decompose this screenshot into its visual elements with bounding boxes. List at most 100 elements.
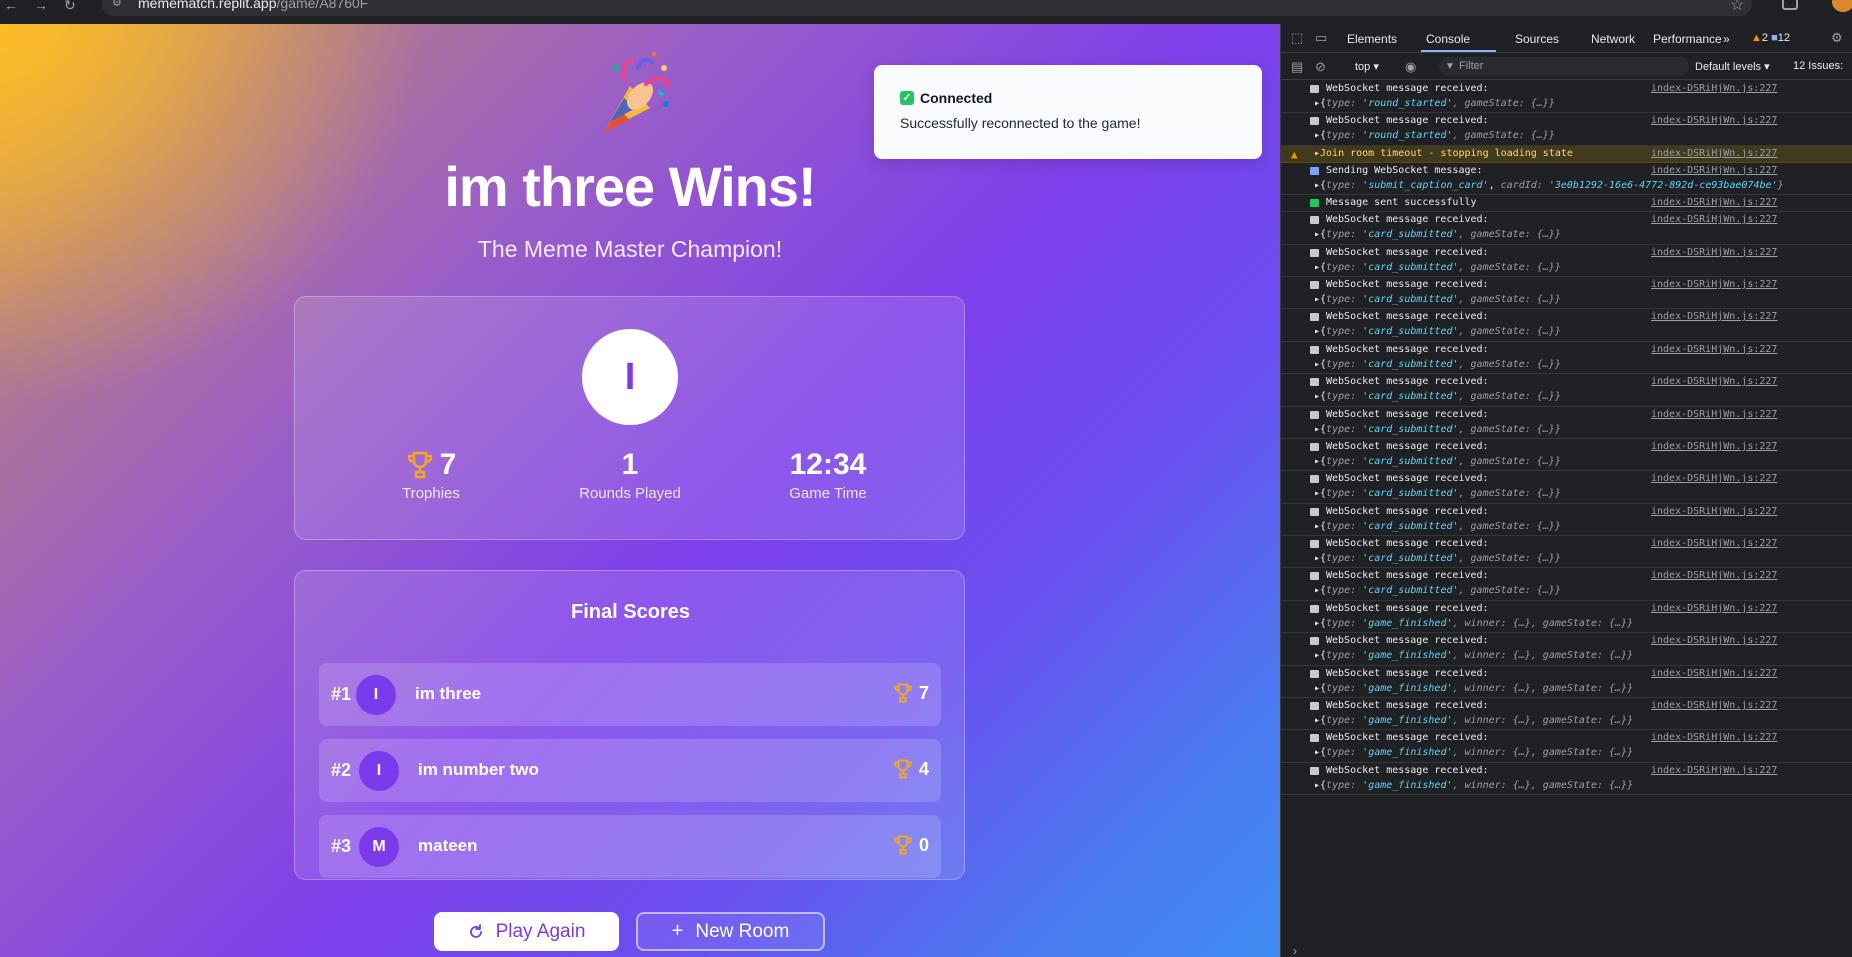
console-entry[interactable]: WebSocket message received: ▸{type: 'card… <box>1281 212 1852 245</box>
source-link[interactable]: index-DSRiHjWn.js:227 <box>1651 115 1777 126</box>
device-toolbar-icon[interactable]: ▭ <box>1315 31 1329 45</box>
console-entry[interactable]: WebSocket message received: ▸{type: 'card… <box>1281 407 1852 439</box>
console-entry[interactable]: WebSocket message received: ▸{type: 'card… <box>1281 504 1852 537</box>
tab-sources[interactable]: Sources <box>1515 32 1559 46</box>
more-tabs-icon[interactable]: » <box>1723 32 1730 46</box>
context-selector[interactable]: top ▾ <box>1355 60 1379 73</box>
console-entry[interactable]: WebSocket message received: ▸{type: 'roun… <box>1281 81 1852 114</box>
console-object[interactable]: ▸{type: 'card_submitted', gameState: {…}… <box>1314 488 1561 499</box>
back-arrow-icon[interactable]: ← <box>4 0 18 14</box>
winner-card: I 7 Trophies 1 Rounds Played 12:34 Game … <box>294 296 965 540</box>
new-room-button[interactable]: + New Room <box>636 912 825 951</box>
console-object[interactable]: ▸{type: 'game_finished', winner: {…}, ga… <box>1314 715 1633 726</box>
inspect-element-icon[interactable]: ⬚ <box>1291 31 1305 45</box>
tab-network[interactable]: Network <box>1591 32 1635 46</box>
console-entry[interactable]: WebSocket message received: ▸{type: 'game… <box>1281 601 1852 634</box>
source-link[interactable]: index-DSRiHjWn.js:227 <box>1651 165 1777 176</box>
source-link[interactable]: index-DSRiHjWn.js:227 <box>1651 570 1777 581</box>
console-entry[interactable]: WebSocket message received: ▸{type: 'card… <box>1281 374 1852 407</box>
source-link[interactable]: index-DSRiHjWn.js:227 <box>1651 538 1777 549</box>
source-link[interactable]: index-DSRiHjWn.js:227 <box>1651 148 1777 159</box>
source-link[interactable]: index-DSRiHjWn.js:227 <box>1651 197 1777 208</box>
console-object[interactable]: ▸{type: 'card_submitted', gameState: {…}… <box>1314 229 1561 240</box>
source-link[interactable]: index-DSRiHjWn.js:227 <box>1651 376 1777 387</box>
source-link[interactable]: index-DSRiHjWn.js:227 <box>1651 506 1777 517</box>
console-object[interactable]: ▸{type: 'card_submitted', gameState: {…}… <box>1314 521 1561 532</box>
source-link[interactable]: index-DSRiHjWn.js:227 <box>1651 409 1777 420</box>
console-object[interactable]: ▸{type: 'card_submitted', gameState: {…}… <box>1314 294 1561 305</box>
log-levels-dropdown[interactable]: Default levels ▾ <box>1695 60 1770 73</box>
source-link[interactable]: index-DSRiHjWn.js:227 <box>1651 732 1777 743</box>
forward-arrow-icon[interactable]: → <box>34 0 48 14</box>
extensions-icon[interactable] <box>1782 0 1798 10</box>
console-object[interactable]: ▸{type: 'game_finished', winner: {…}, ga… <box>1314 780 1633 791</box>
eye-icon[interactable]: ◉ <box>1405 60 1419 74</box>
source-link[interactable]: index-DSRiHjWn.js:227 <box>1651 344 1777 355</box>
site-info-icon[interactable]: ⚙ <box>112 0 126 9</box>
bookmark-star-icon[interactable]: ☆ <box>1730 0 1744 14</box>
console-object[interactable]: ▸{type: 'game_finished', winner: {…}, ga… <box>1314 618 1633 629</box>
console-entry[interactable]: WebSocket message received: ▸{type: 'card… <box>1281 245 1852 277</box>
console-entry[interactable]: WebSocket message received: ▸{type: 'card… <box>1281 309 1852 342</box>
console-entry[interactable]: WebSocket message received: ▸{type: 'game… <box>1281 666 1852 699</box>
source-link[interactable]: index-DSRiHjWn.js:227 <box>1651 441 1777 452</box>
source-link[interactable]: index-DSRiHjWn.js:227 <box>1651 765 1777 776</box>
console-object[interactable]: ▸{type: 'submit_caption_card', cardId: '… <box>1314 180 1784 191</box>
console-entry[interactable]: WebSocket message received: ▸{type: 'roun… <box>1281 113 1852 146</box>
object-tail: , gameState: {…}} <box>1458 293 1561 305</box>
play-again-button[interactable]: Play Again <box>434 912 619 951</box>
tab-elements[interactable]: Elements <box>1347 32 1397 46</box>
source-link[interactable]: index-DSRiHjWn.js:227 <box>1651 635 1777 646</box>
console-entry[interactable]: WebSocket message received: ▸{type: 'game… <box>1281 698 1852 731</box>
source-link[interactable]: index-DSRiHjWn.js:227 <box>1651 668 1777 679</box>
console-object[interactable]: ▸{type: 'card_submitted', gameState: {…}… <box>1314 424 1561 435</box>
console-object[interactable]: ▸{type: 'game_finished', winner: {…}, ga… <box>1314 650 1633 661</box>
console-object[interactable]: ▸{type: 'card_submitted', gameState: {…}… <box>1314 456 1561 467</box>
console-entry[interactable]: WebSocket message received: ▸{type: 'card… <box>1281 342 1852 375</box>
settings-gear-icon[interactable]: ⚙ <box>1831 31 1845 45</box>
console-object[interactable]: ▸{type: 'card_submitted', gameState: {…}… <box>1314 359 1561 370</box>
console-object[interactable]: ▸{type: 'card_submitted', gameState: {…}… <box>1314 262 1561 273</box>
console-entry[interactable]: WebSocket message received: ▸{type: 'game… <box>1281 763 1852 796</box>
console-entry[interactable]: ▲ ▸Join room timeout - stopping loading s… <box>1281 145 1852 163</box>
console-object[interactable]: ▸{type: 'game_finished', winner: {…}, ga… <box>1314 747 1633 758</box>
issues-link[interactable]: 12 Issues: <box>1793 60 1843 72</box>
console-object[interactable]: ▸{type: 'card_submitted', gameState: {…}… <box>1314 326 1561 337</box>
console-entry[interactable]: WebSocket message received: ▸{type: 'game… <box>1281 730 1852 763</box>
source-link[interactable]: index-DSRiHjWn.js:227 <box>1651 83 1777 94</box>
console-object[interactable]: ▸{type: 'card_submitted', gameState: {…}… <box>1314 585 1561 596</box>
source-link[interactable]: index-DSRiHjWn.js:227 <box>1651 311 1777 322</box>
console-object[interactable]: ▸{type: 'card_submitted', gameState: {…}… <box>1314 391 1561 402</box>
source-link[interactable]: index-DSRiHjWn.js:227 <box>1651 214 1777 225</box>
source-link[interactable]: index-DSRiHjWn.js:227 <box>1651 603 1777 614</box>
source-link[interactable]: index-DSRiHjWn.js:227 <box>1651 247 1777 258</box>
console-entry[interactable]: Sending WebSocket message: ▸{type: 'submi… <box>1281 163 1852 196</box>
profile-avatar[interactable] <box>1832 0 1852 12</box>
console-entry[interactable]: WebSocket message received: ▸{type: 'card… <box>1281 568 1852 601</box>
console-entry[interactable]: WebSocket message received: ▸{type: 'card… <box>1281 439 1852 472</box>
console-entry[interactable]: WebSocket message received: ▸{type: 'game… <box>1281 633 1852 666</box>
source-link[interactable]: index-DSRiHjWn.js:227 <box>1651 700 1777 711</box>
tab-console[interactable]: Console <box>1426 32 1470 46</box>
object-key: type: <box>1326 650 1363 662</box>
console-object[interactable]: ▸{type: 'round_started', gameState: {…}} <box>1314 98 1555 109</box>
source-link[interactable]: index-DSRiHjWn.js:227 <box>1651 473 1777 484</box>
console-filter-input[interactable]: ▼ Filter <box>1439 57 1689 76</box>
console-entry[interactable]: WebSocket message received: ▸{type: 'card… <box>1281 536 1852 569</box>
console-object[interactable]: ▸{type: 'game_finished', winner: {…}, ga… <box>1314 683 1633 694</box>
address-bar[interactable]: ⚙ memematch.replit.app/game/A8760F <box>102 0 1752 16</box>
clear-console-icon[interactable]: ⊘ <box>1315 60 1329 74</box>
console-entry[interactable]: WebSocket message received: ▸{type: 'card… <box>1281 471 1852 504</box>
console-entry[interactable]: WebSocket message received: ▸{type: 'card… <box>1281 277 1852 310</box>
reload-icon[interactable]: ↻ <box>64 0 76 14</box>
console-object[interactable]: ▸{type: 'round_started', gameState: {…}} <box>1314 130 1555 141</box>
source-link[interactable]: index-DSRiHjWn.js:227 <box>1651 279 1777 290</box>
tab-performance[interactable]: Performance <box>1653 32 1722 46</box>
console-object[interactable]: ▸{type: 'card_submitted', gameState: {…}… <box>1314 553 1561 564</box>
console-entry[interactable]: Message sent successfully index-DSRiHjWn.… <box>1281 195 1852 213</box>
console-prompt[interactable]: › <box>1293 944 1297 957</box>
sidebar-toggle-icon[interactable]: ▤ <box>1291 60 1305 74</box>
warning-counter[interactable]: ▲2 ■12 <box>1751 32 1790 44</box>
trophy-icon <box>894 683 912 703</box>
url-text[interactable]: memematch.replit.app/game/A8760F <box>138 0 368 10</box>
